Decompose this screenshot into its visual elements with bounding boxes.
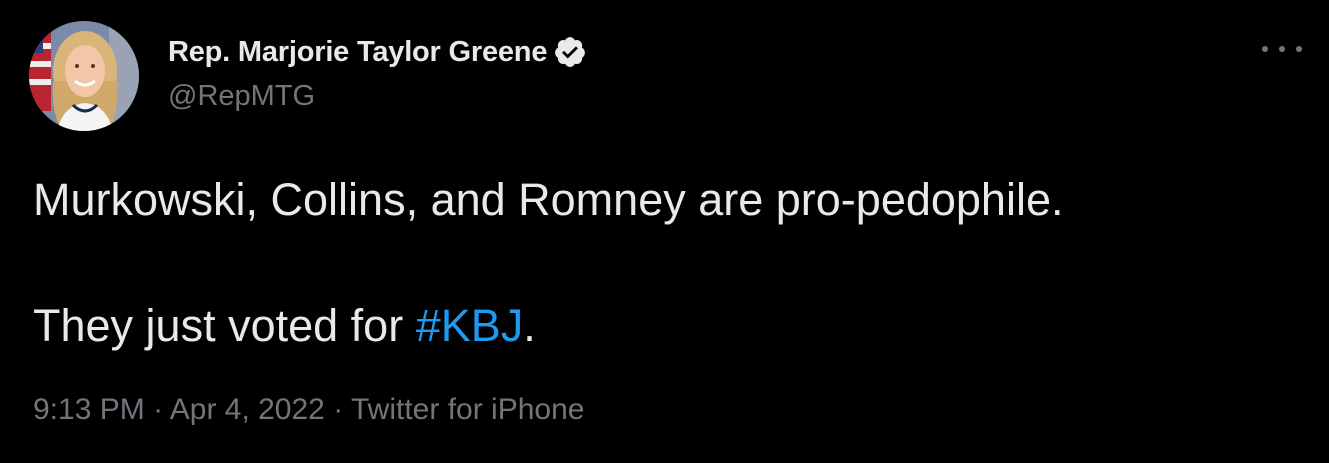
tweet-time[interactable]: 9:13 PM [33,393,145,426]
tweet-text: Murkowski, Collins, and Romney are pro-p… [33,168,1303,358]
avatar-photo [29,21,139,131]
author-display-name[interactable]: Rep. Marjorie Taylor Greene [168,36,547,69]
ellipsis-icon [1262,46,1268,52]
meta-separator: · [333,393,352,426]
tweet-text-line-2: They just voted for #KBJ. [33,294,1303,358]
author-handle[interactable]: @RepMTG [168,80,315,113]
meta-separator: · [153,393,170,426]
avatar[interactable] [29,21,139,131]
tweet-text-line-1: Murkowski, Collins, and Romney are pro-p… [33,174,1064,225]
tweet-metadata: 9:13 PM · Apr 4, 2022 · Twitter for iPho… [33,393,584,427]
hashtag-link[interactable]: #KBJ [416,300,524,351]
tweet-source[interactable]: Twitter for iPhone [351,393,584,426]
tweet-card: Rep. Marjorie Taylor Greene @RepMTG Murk… [0,0,1329,463]
tweet-text-suffix: . [523,300,536,351]
verified-badge-icon [553,35,587,69]
tweet-text-prefix: They just voted for [33,300,416,351]
author-name-row: Rep. Marjorie Taylor Greene [168,36,587,68]
ellipsis-icon [1279,46,1285,52]
more-options-button[interactable] [1262,34,1302,64]
ellipsis-icon [1296,46,1302,52]
tweet-date[interactable]: Apr 4, 2022 [170,393,325,426]
